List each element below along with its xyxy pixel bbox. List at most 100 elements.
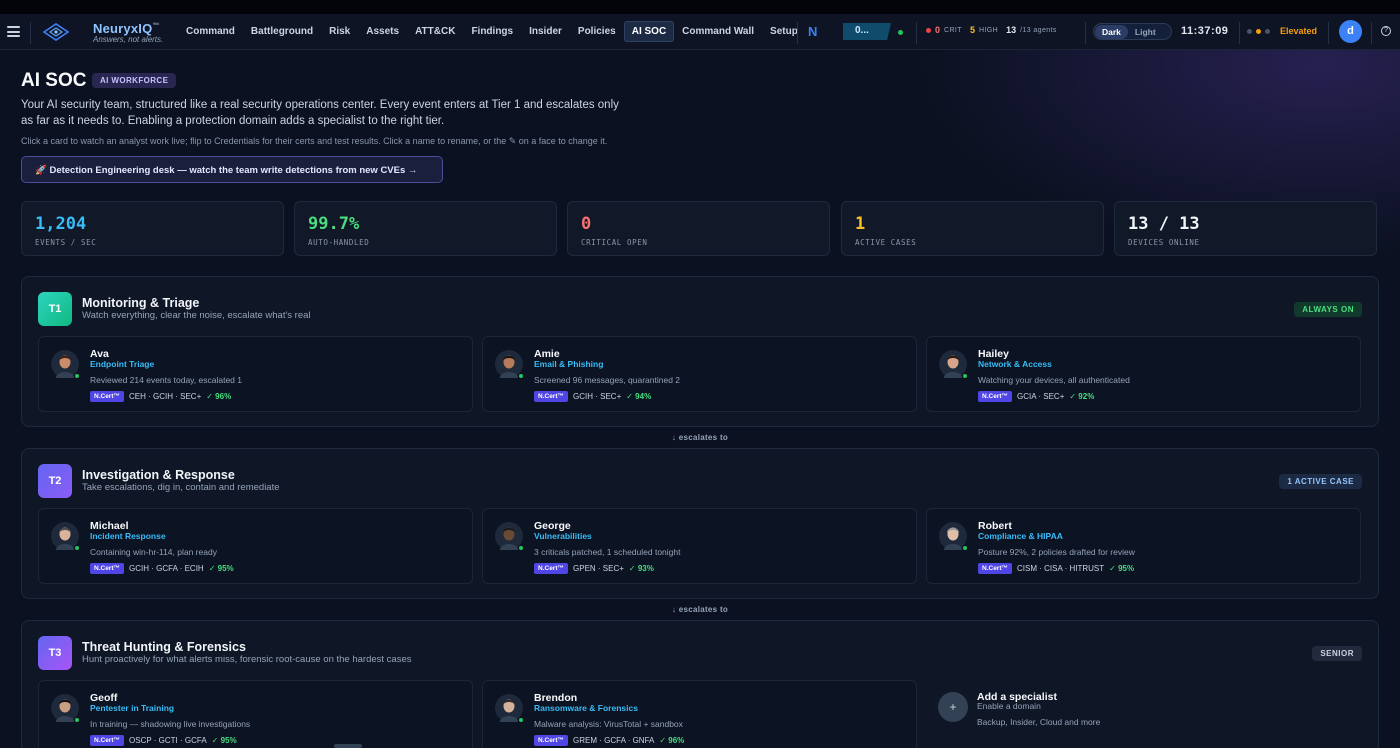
nav-link-battleground[interactable]: Battleground bbox=[243, 21, 321, 42]
stat-value: 1,204 bbox=[35, 214, 87, 234]
cert-score: ✓ 93% bbox=[628, 564, 654, 573]
level-dot-icon bbox=[1265, 28, 1270, 34]
agent-card[interactable]: Ava Endpoint Triage Reviewed 214 events to… bbox=[38, 336, 473, 412]
nav-link-command[interactable]: Command bbox=[178, 21, 243, 42]
tier-status-pill: 1 ACTIVE CASE bbox=[1279, 474, 1362, 489]
escalates-label: ↓ escalates to bbox=[671, 433, 729, 442]
hint-text: Click a card to watch an analyst work li… bbox=[21, 136, 608, 146]
stat-label: EVENTS / SEC bbox=[35, 238, 97, 247]
agent-role: Ransomware & Forensics bbox=[534, 703, 638, 713]
agent-certs: N.Cert™ CEH · GCIH · SEC+ ✓ 96% bbox=[90, 391, 231, 402]
alert-summary[interactable]: 0 CRIT 5 HIGH 13 /13 agents bbox=[926, 25, 1057, 35]
nav-link-setup[interactable]: Setup bbox=[762, 21, 806, 42]
threat-level-label: Elevated bbox=[1280, 26, 1318, 36]
cert-list: GCIA · SEC+ bbox=[1017, 392, 1065, 401]
help-icon[interactable]: ? bbox=[1381, 26, 1391, 36]
stat-card[interactable]: 1 ACTIVE CASES bbox=[841, 201, 1104, 256]
plus-icon[interactable]: + bbox=[938, 692, 968, 722]
online-indicator bbox=[74, 717, 80, 723]
light-mode-button[interactable]: Light bbox=[1128, 25, 1163, 39]
agent-role: Pentester in Training bbox=[90, 703, 175, 713]
nav-link-risk[interactable]: Risk bbox=[321, 21, 358, 42]
cert-score: ✓ 92% bbox=[1069, 392, 1095, 401]
nav-divider bbox=[1371, 22, 1372, 44]
threat-level[interactable]: Elevated bbox=[1247, 26, 1317, 36]
stat-card[interactable]: 99.7% AUTO-HANDLED bbox=[294, 201, 557, 256]
online-indicator bbox=[962, 373, 968, 379]
tier-t3: T3 Threat Hunting & Forensics Hunt proacti… bbox=[21, 620, 1379, 748]
online-indicator bbox=[74, 373, 80, 379]
online-indicator bbox=[518, 545, 524, 551]
crit-count: 0 bbox=[935, 25, 941, 35]
online-indicator bbox=[518, 373, 524, 379]
agent-card[interactable]: Amie Email & Phishing Screened 96 messages… bbox=[482, 336, 917, 412]
level-dot-icon bbox=[1247, 28, 1252, 34]
ncert-badge: N.Cert™ bbox=[90, 735, 125, 746]
stat-label: AUTO-HANDLED bbox=[308, 238, 370, 247]
agent-role: Vulnerabilities bbox=[534, 531, 592, 541]
nav-link-assets[interactable]: Assets bbox=[358, 21, 407, 42]
agent-card[interactable]: Michael Incident Response Containing win-h… bbox=[38, 508, 473, 584]
stat-value: 13 / 13 bbox=[1128, 214, 1200, 234]
status-pill[interactable]: 0... bbox=[843, 23, 891, 40]
add-specialist-subtitle: Enable a domain bbox=[977, 701, 1041, 711]
escalates-label: ↓ escalates to bbox=[671, 605, 729, 614]
stat-card[interactable]: 1,204 EVENTS / SEC bbox=[21, 201, 284, 256]
agent-certs: N.Cert™ GPEN · SEC+ ✓ 93% bbox=[534, 563, 654, 574]
clock: 11:37:09 bbox=[1181, 25, 1229, 37]
agent-card[interactable]: Robert Compliance & HIPAA Posture 92%, 2 p… bbox=[926, 508, 1361, 584]
nav-link-ai-soc[interactable]: AI SOC bbox=[623, 21, 675, 42]
theme-toggle[interactable]: Dark Light bbox=[1093, 23, 1172, 40]
stat-label: CRITICAL OPEN bbox=[581, 238, 648, 247]
stat-card[interactable]: 0 CRITICAL OPEN bbox=[567, 201, 830, 256]
user-avatar[interactable]: d bbox=[1339, 20, 1362, 43]
ncert-badge: N.Cert™ bbox=[534, 563, 569, 574]
cert-list: GCIH · GCFA · ECIH bbox=[129, 564, 204, 573]
tier-title: Threat Hunting & Forensics bbox=[82, 640, 246, 654]
dark-mode-button[interactable]: Dark bbox=[1095, 24, 1128, 39]
nav-divider bbox=[30, 22, 31, 44]
cert-list: OSCP · GCTI · GCFA bbox=[129, 736, 207, 745]
nav-divider bbox=[1085, 22, 1086, 44]
tier-t1: T1 Monitoring & Triage Watch everything, c… bbox=[21, 276, 1379, 427]
nav-link-insider[interactable]: Insider bbox=[521, 21, 570, 42]
nav-link-findings[interactable]: Findings bbox=[463, 21, 521, 42]
tier-badge: T2 bbox=[38, 464, 72, 498]
window-strip bbox=[0, 0, 1400, 14]
tier-subtitle: Hunt proactively for what alerts miss, f… bbox=[82, 654, 412, 665]
cert-list: GCIH · SEC+ bbox=[573, 392, 622, 401]
agent-card[interactable]: Geoff Pentester in Training In training — … bbox=[38, 680, 473, 748]
agent-card[interactable]: George Vulnerabilities 3 criticals patched… bbox=[482, 508, 917, 584]
ncert-badge: N.Cert™ bbox=[534, 391, 569, 402]
menu-icon[interactable] bbox=[7, 26, 20, 37]
cert-list: CISM · CISA · HITRUST bbox=[1017, 564, 1105, 573]
agent-card[interactable]: Hailey Network & Access Watching your devi… bbox=[926, 336, 1361, 412]
tier-title: Monitoring & Triage bbox=[82, 296, 200, 310]
nav-link-command-wall[interactable]: Command Wall bbox=[674, 21, 762, 42]
agent-card[interactable]: Brendon Ransomware & Forensics Malware ana… bbox=[482, 680, 917, 748]
scrollbar[interactable] bbox=[334, 744, 362, 748]
nav-divider bbox=[1239, 22, 1240, 44]
agent-role: Endpoint Triage bbox=[90, 359, 155, 369]
agent-certs: N.Cert™ GREM · GCFA · GNFA ✓ 96% bbox=[534, 735, 684, 746]
agents-count: 13 bbox=[1006, 25, 1017, 35]
detection-engineering-button[interactable]: 🚀 Detection Engineering desk — watch the… bbox=[21, 156, 443, 183]
cert-score: ✓ 95% bbox=[208, 564, 234, 573]
add-specialist-card[interactable]: + Add a specialist Enable a domain Backup, … bbox=[926, 680, 1361, 748]
crit-dot-icon bbox=[926, 27, 931, 33]
stat-card[interactable]: 13 / 13 DEVICES ONLINE bbox=[1114, 201, 1377, 256]
nav-link-policies[interactable]: Policies bbox=[570, 21, 624, 42]
online-indicator bbox=[962, 545, 968, 551]
ncert-badge: N.Cert™ bbox=[534, 735, 569, 746]
logo-icon bbox=[42, 23, 70, 41]
nav-link-att-ck[interactable]: ATT&CK bbox=[407, 21, 463, 42]
tier-t2: T2 Investigation & Response Take escalatio… bbox=[21, 448, 1379, 599]
ncert-badge: N.Cert™ bbox=[978, 391, 1013, 402]
brand[interactable]: NeuryxIQ™ Answers, not alerts. bbox=[93, 21, 163, 44]
level-dot-icon bbox=[1256, 28, 1261, 34]
stat-value: 1 bbox=[855, 214, 866, 234]
brand-tagline: Answers, not alerts. bbox=[93, 35, 164, 44]
tier-title: Investigation & Response bbox=[82, 468, 235, 482]
workforce-badge: AI WORKFORCE bbox=[92, 73, 177, 88]
n-button[interactable]: N bbox=[808, 24, 817, 39]
